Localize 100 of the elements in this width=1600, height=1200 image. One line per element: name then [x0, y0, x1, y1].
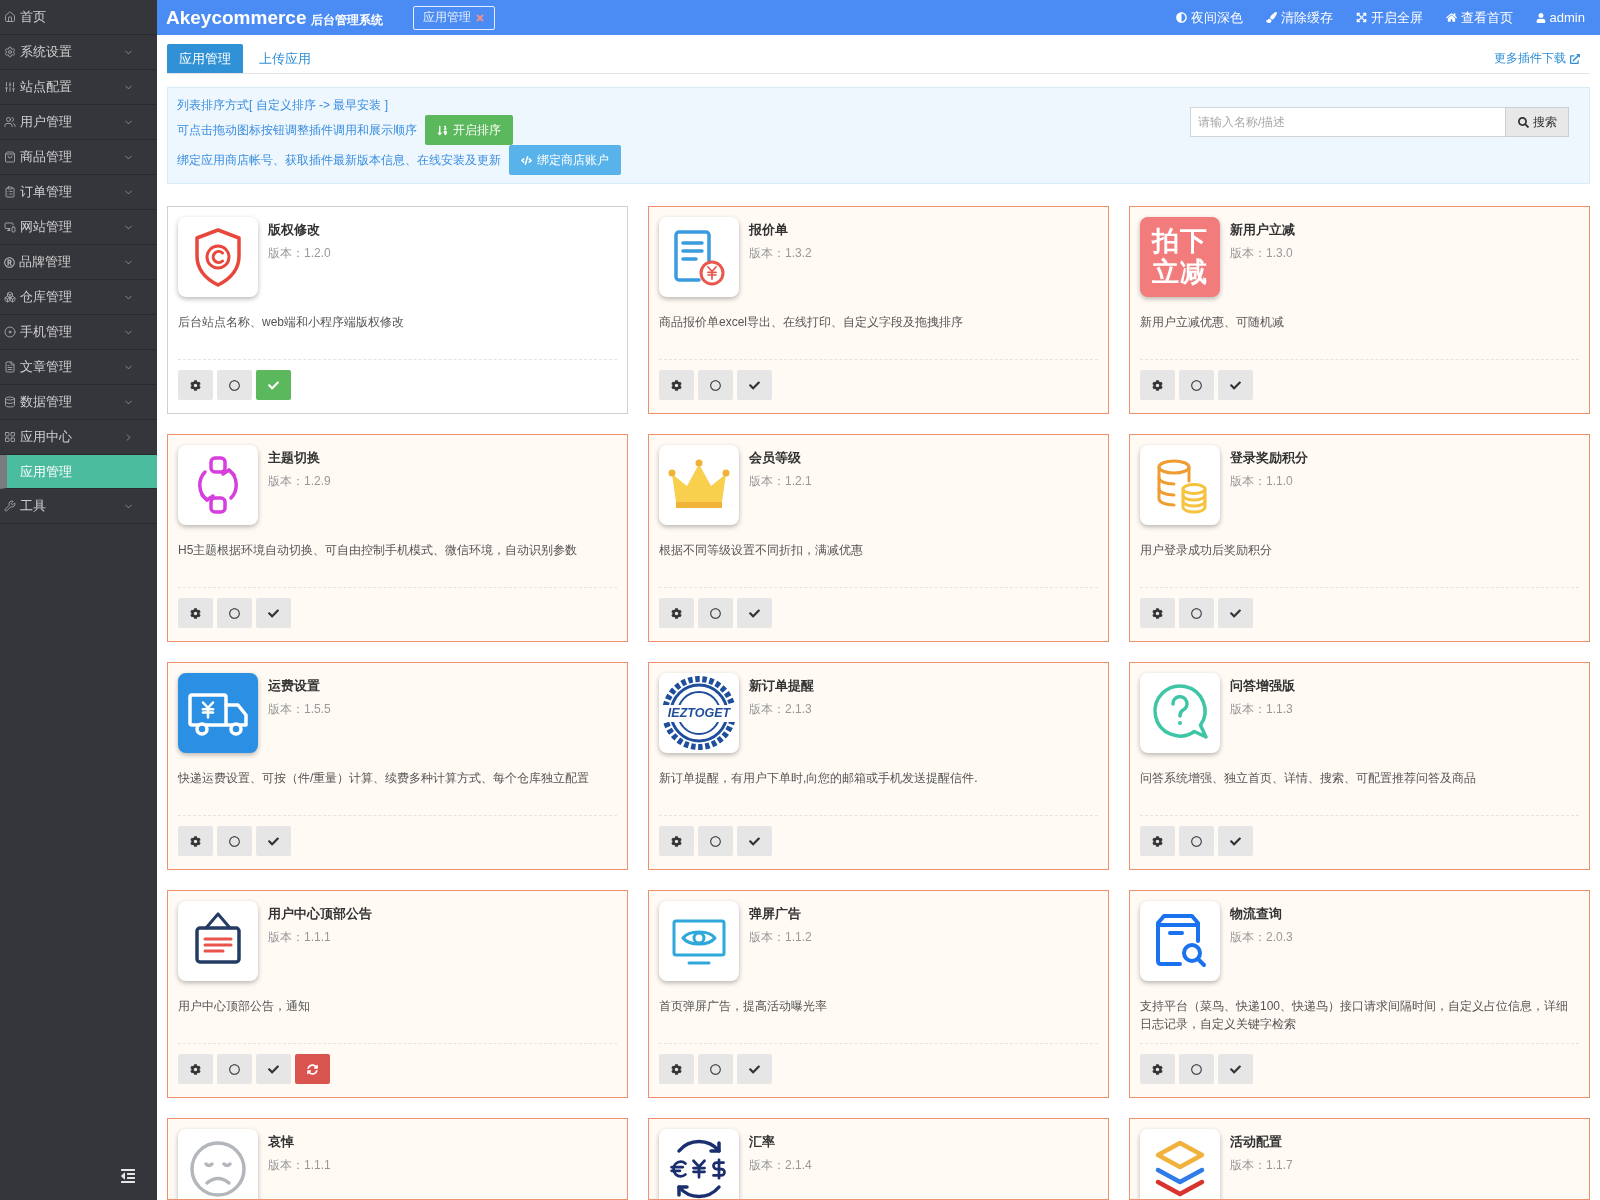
gear-button[interactable] — [1140, 1054, 1175, 1084]
sliders-icon — [4, 81, 16, 93]
circle-button[interactable] — [1179, 1054, 1214, 1084]
check-button[interactable] — [737, 1054, 772, 1084]
gear-button[interactable] — [659, 370, 694, 400]
document-yen-icon — [659, 217, 739, 297]
plugin-version: 版本：1.1.1 — [268, 929, 332, 946]
check-icon — [1230, 379, 1241, 391]
check-button[interactable] — [256, 598, 291, 628]
plugin-version: 版本：1.1.2 — [749, 929, 812, 946]
gear-button[interactable] — [178, 826, 213, 856]
plugin-title: 汇率 — [749, 1133, 776, 1151]
expand-icon — [1355, 12, 1367, 23]
collapse-menu-icon[interactable] — [120, 1168, 136, 1184]
database-coins-icon — [1140, 445, 1220, 525]
gear-button[interactable] — [178, 1054, 213, 1084]
check-button[interactable] — [1218, 1054, 1253, 1084]
check-button[interactable] — [1218, 826, 1253, 856]
settings-icon — [4, 46, 16, 58]
plugin-version: 版本：1.1.3 — [1230, 701, 1294, 718]
search-field[interactable]: 请输入名称/描述 — [1190, 107, 1505, 137]
sidebar-item[interactable]: 网站管理 — [0, 210, 157, 245]
circle-button[interactable] — [217, 370, 252, 400]
gear-button[interactable] — [1140, 598, 1175, 628]
check-button[interactable] — [256, 1054, 291, 1084]
circle-button[interactable] — [698, 598, 733, 628]
boxes-icon — [4, 291, 16, 303]
home-icon — [4, 11, 16, 23]
check-button[interactable] — [256, 370, 291, 400]
check-button[interactable] — [256, 826, 291, 856]
drag-note: 可点击拖动图标按钮调整插件调用和展示顺序 — [177, 122, 417, 139]
truck-yen-icon — [178, 673, 258, 753]
sidebar-item[interactable]: 商品管理 — [0, 140, 157, 175]
plugin-version: 版本：2.1.4 — [749, 1157, 812, 1174]
home-icon — [1445, 12, 1457, 23]
sort-icon — [437, 124, 448, 136]
circle-button[interactable] — [698, 826, 733, 856]
plugin-description: 问答系统增强、独立首页、详情、搜索、可配置推荐问答及商品 — [1140, 770, 1477, 787]
circle-button[interactable] — [217, 1054, 252, 1084]
sidebar-item[interactable]: 文章管理 — [0, 350, 157, 385]
sidebar-item[interactable]: 数据管理 — [0, 385, 157, 420]
external-link-icon — [1570, 53, 1580, 64]
user-icon — [1535, 12, 1546, 23]
check-button[interactable] — [737, 598, 772, 628]
check-button[interactable] — [1218, 598, 1253, 628]
gear-button[interactable] — [659, 1054, 694, 1084]
plugin-version: 版本：1.1.0 — [1230, 473, 1294, 490]
sidebar-item[interactable]: 手机管理 — [0, 315, 157, 350]
plugin-title: 报价单 — [749, 221, 789, 239]
gear-button[interactable] — [1140, 370, 1175, 400]
sidebar-item[interactable]: 系统设置 — [0, 35, 157, 70]
sidebar-item[interactable]: 订单管理 — [0, 175, 157, 210]
circle-button[interactable] — [217, 826, 252, 856]
gear-button[interactable] — [1140, 826, 1175, 856]
refresh-button[interactable] — [295, 1054, 330, 1084]
plugin-version: 版本：2.0.3 — [1230, 929, 1293, 946]
plugin-description: 商品报价单excel导出、在线打印、自定义字段及拖拽排序 — [659, 314, 964, 331]
circle-button[interactable] — [1179, 598, 1214, 628]
sort-note: 列表排序方式[ 自定义排序 -> 最早安装 ] — [177, 97, 389, 114]
clipboard-list-icon — [4, 186, 16, 198]
sidebar-item[interactable]: 仓库管理 — [0, 280, 157, 315]
sidebar-item[interactable]: 品牌管理 — [0, 245, 157, 280]
circle-button[interactable] — [1179, 826, 1214, 856]
search-button[interactable]: 搜索 — [1505, 107, 1569, 137]
cycle-arrows-icon — [178, 445, 258, 525]
sidebar-item[interactable]: 用户管理 — [0, 105, 157, 140]
check-button[interactable] — [737, 370, 772, 400]
monitor-icon — [4, 221, 16, 233]
sidebar-item[interactable]: 工具 — [0, 489, 157, 524]
check-button[interactable] — [737, 826, 772, 856]
gear-icon — [671, 379, 682, 391]
hanging-sign-icon — [178, 901, 258, 981]
plugin-title: 主题切换 — [268, 449, 321, 467]
plugin-description: 用户登录成功后奖励积分 — [1140, 542, 1273, 559]
plugin-description: 新订单提醒，有用户下单时,向您的邮箱或手机发送提醒信件. — [659, 770, 979, 787]
gear-icon — [190, 835, 201, 847]
gear-button[interactable] — [178, 598, 213, 628]
plugin-title: 物流查询 — [1230, 905, 1283, 923]
brand-subtitle: 后台管理系统 — [311, 11, 384, 29]
plugin-version: 版本：1.2.0 — [268, 245, 331, 262]
circle-button[interactable] — [698, 370, 733, 400]
disc-icon — [4, 326, 16, 338]
gear-icon — [1152, 379, 1163, 391]
check-button[interactable] — [1218, 370, 1253, 400]
plugin-title: 新订单提醒 — [749, 677, 814, 695]
plugin-version: 版本：1.2.1 — [749, 473, 812, 490]
gear-button[interactable] — [178, 370, 213, 400]
box-search-icon — [1140, 901, 1220, 981]
circle-button[interactable] — [217, 598, 252, 628]
grid-icon — [4, 431, 16, 443]
gear-button[interactable] — [659, 598, 694, 628]
plugin-title: 会员等级 — [749, 449, 802, 467]
plugin-description: H5主题根据环境自动切换、可自由控制手机模式、微信环境，自动识别参数 — [178, 542, 579, 559]
sidebar-item[interactable]: 站点配置 — [0, 70, 157, 105]
gear-icon — [190, 1063, 201, 1075]
circle-button[interactable] — [1179, 370, 1214, 400]
more-plugins-link[interactable]: 更多插件下载 — [1494, 50, 1580, 67]
circle-button[interactable] — [698, 1054, 733, 1084]
content-tab[interactable]: 上传应用 — [243, 44, 327, 73]
gear-button[interactable] — [659, 826, 694, 856]
